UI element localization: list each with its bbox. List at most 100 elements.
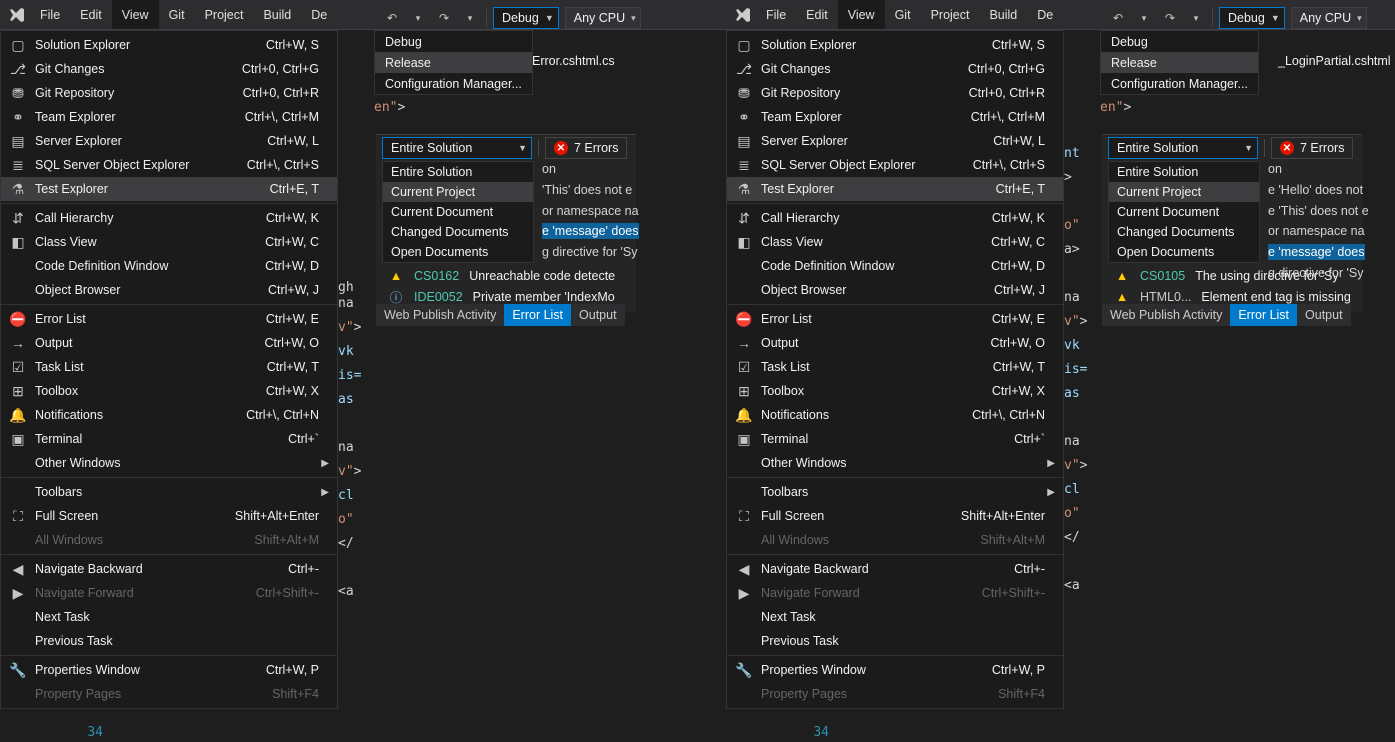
config-option[interactable]: Debug — [1101, 31, 1258, 52]
menu-view[interactable]: View — [112, 0, 159, 29]
error-count-badge[interactable]: ✕ 7 Errors — [545, 137, 627, 159]
view-menu-item[interactable]: ⛃Git RepositoryCtrl+0, Ctrl+R — [727, 81, 1063, 105]
view-menu-item[interactable]: →OutputCtrl+W, O — [727, 331, 1063, 355]
view-menu-item[interactable]: ☑Task ListCtrl+W, T — [727, 355, 1063, 379]
view-menu-item[interactable]: ⊞ToolboxCtrl+W, X — [1, 379, 337, 403]
menu-project[interactable]: Project — [195, 0, 254, 29]
view-menu-item[interactable]: 🔔NotificationsCtrl+\, Ctrl+N — [727, 403, 1063, 427]
tab-output[interactable]: Output — [1297, 304, 1351, 326]
menu-view[interactable]: View — [838, 0, 885, 29]
error-count-badge[interactable]: ✕ 7 Errors — [1271, 137, 1353, 159]
menu-file[interactable]: File — [30, 0, 70, 29]
view-menu-item[interactable]: ⇵Call HierarchyCtrl+W, K — [727, 206, 1063, 230]
view-menu-item[interactable]: ⛔Error ListCtrl+W, E — [727, 307, 1063, 331]
view-menu-item[interactable]: Object BrowserCtrl+W, J — [1, 278, 337, 302]
view-menu-item[interactable]: Previous Task — [1, 629, 337, 653]
view-menu-item[interactable]: Other Windows▶ — [1, 451, 337, 475]
tab-web-publish[interactable]: Web Publish Activity — [1102, 304, 1230, 326]
undo-icon[interactable]: ↶ — [1108, 8, 1128, 28]
view-menu-item[interactable]: ▤Server ExplorerCtrl+W, L — [1, 129, 337, 153]
menu-build[interactable]: Build — [979, 0, 1027, 29]
view-menu-item[interactable]: ◧Class ViewCtrl+W, C — [1, 230, 337, 254]
view-menu-item[interactable]: ▣TerminalCtrl+` — [1, 427, 337, 451]
menu-edit[interactable]: Edit — [796, 0, 838, 29]
error-scope-combo[interactable]: Entire Solution ▼ — [1108, 137, 1258, 159]
scope-option[interactable]: Current Document — [383, 202, 533, 222]
view-menu-item[interactable]: Code Definition WindowCtrl+W, D — [727, 254, 1063, 278]
config-option[interactable]: Release — [375, 52, 532, 73]
view-menu-item[interactable]: 🔧Properties WindowCtrl+W, P — [1, 658, 337, 682]
view-menu-item[interactable]: ⛶Full ScreenShift+Alt+Enter — [1, 504, 337, 528]
view-menu-item[interactable]: ⚭Team ExplorerCtrl+\, Ctrl+M — [1, 105, 337, 129]
scope-option[interactable]: Current Document — [1109, 202, 1259, 222]
scope-option[interactable]: Current Project — [383, 182, 533, 202]
redo-split-icon[interactable]: ▾ — [460, 8, 480, 28]
menu-project[interactable]: Project — [921, 0, 980, 29]
view-menu-item[interactable]: ⛃Git RepositoryCtrl+0, Ctrl+R — [1, 81, 337, 105]
scope-option[interactable]: Changed Documents — [1109, 222, 1259, 242]
editor-tab[interactable]: Error.cshtml.cs — [532, 54, 615, 68]
config-option[interactable]: Configuration Manager... — [1101, 73, 1258, 94]
view-menu-item[interactable]: 🔔NotificationsCtrl+\, Ctrl+N — [1, 403, 337, 427]
view-menu-item[interactable]: ⚗Test ExplorerCtrl+E, T — [727, 177, 1063, 201]
undo-split-icon[interactable]: ▾ — [1134, 8, 1154, 28]
scope-option[interactable]: Entire Solution — [1109, 162, 1259, 182]
view-menu-item[interactable]: →OutputCtrl+W, O — [1, 331, 337, 355]
view-menu-item[interactable]: ≣SQL Server Object ExplorerCtrl+\, Ctrl+… — [727, 153, 1063, 177]
view-menu-item[interactable]: ⎇Git ChangesCtrl+0, Ctrl+G — [727, 57, 1063, 81]
menu-git[interactable]: Git — [159, 0, 195, 29]
view-menu-item[interactable]: ▤Server ExplorerCtrl+W, L — [727, 129, 1063, 153]
scope-option[interactable]: Changed Documents — [383, 222, 533, 242]
scope-option[interactable]: Current Project — [1109, 182, 1259, 202]
redo-icon[interactable]: ↷ — [434, 8, 454, 28]
view-menu-item[interactable]: Code Definition WindowCtrl+W, D — [1, 254, 337, 278]
view-menu-item[interactable]: ▢Solution ExplorerCtrl+W, S — [727, 33, 1063, 57]
undo-split-icon[interactable]: ▾ — [408, 8, 428, 28]
view-menu-item[interactable]: ≣SQL Server Object ExplorerCtrl+\, Ctrl+… — [1, 153, 337, 177]
view-menu-item[interactable]: ⚗Test ExplorerCtrl+E, T — [1, 177, 337, 201]
solution-config-combo[interactable]: Debug ▼ — [1219, 7, 1285, 29]
redo-split-icon[interactable]: ▾ — [1186, 8, 1206, 28]
menu-build[interactable]: Build — [253, 0, 301, 29]
solution-platform-combo[interactable]: Any CPU ▾ — [565, 7, 641, 29]
view-menu-item[interactable]: ⛔Error ListCtrl+W, E — [1, 307, 337, 331]
view-menu-item[interactable]: Previous Task — [727, 629, 1063, 653]
solution-config-combo[interactable]: Debug ▼ — [493, 7, 559, 29]
view-menu-item[interactable]: ▣TerminalCtrl+` — [727, 427, 1063, 451]
view-menu-item[interactable]: ⊞ToolboxCtrl+W, X — [727, 379, 1063, 403]
undo-icon[interactable]: ↶ — [382, 8, 402, 28]
view-menu-item[interactable]: ⇵Call HierarchyCtrl+W, K — [1, 206, 337, 230]
error-row[interactable]: ▲ CS0162 Unreachable code detecte — [376, 265, 636, 286]
view-menu-item[interactable]: ⛶Full ScreenShift+Alt+Enter — [727, 504, 1063, 528]
menu-debug-truncated[interactable]: De — [301, 0, 337, 29]
view-menu-item[interactable]: Other Windows▶ — [727, 451, 1063, 475]
menu-file[interactable]: File — [756, 0, 796, 29]
scope-option[interactable]: Open Documents — [383, 242, 533, 262]
redo-icon[interactable]: ↷ — [1160, 8, 1180, 28]
view-menu-item[interactable]: ☑Task ListCtrl+W, T — [1, 355, 337, 379]
view-menu-item[interactable]: ▢Solution ExplorerCtrl+W, S — [1, 33, 337, 57]
menu-edit[interactable]: Edit — [70, 0, 112, 29]
solution-platform-combo[interactable]: Any CPU ▾ — [1291, 7, 1367, 29]
error-scope-combo[interactable]: Entire Solution ▼ — [382, 137, 532, 159]
tab-web-publish[interactable]: Web Publish Activity — [376, 304, 504, 326]
view-menu-item[interactable]: ◧Class ViewCtrl+W, C — [727, 230, 1063, 254]
view-menu-item[interactable]: ◀Navigate BackwardCtrl+- — [727, 557, 1063, 581]
config-option[interactable]: Debug — [375, 31, 532, 52]
view-menu-item[interactable]: Object BrowserCtrl+W, J — [727, 278, 1063, 302]
config-option[interactable]: Configuration Manager... — [375, 73, 532, 94]
view-menu-item[interactable]: Next Task — [727, 605, 1063, 629]
scope-option[interactable]: Entire Solution — [383, 162, 533, 182]
scope-option[interactable]: Open Documents — [1109, 242, 1259, 262]
menu-debug-truncated[interactable]: De — [1027, 0, 1063, 29]
tab-error-list[interactable]: Error List — [504, 304, 571, 326]
view-menu-item[interactable]: ⚭Team ExplorerCtrl+\, Ctrl+M — [727, 105, 1063, 129]
config-option[interactable]: Release — [1101, 52, 1258, 73]
view-menu-item[interactable]: 🔧Properties WindowCtrl+W, P — [727, 658, 1063, 682]
view-menu-item[interactable]: Toolbars▶ — [727, 480, 1063, 504]
menu-git[interactable]: Git — [885, 0, 921, 29]
editor-tab[interactable]: _LoginPartial.cshtml — [1278, 54, 1391, 68]
view-menu-item[interactable]: Toolbars▶ — [1, 480, 337, 504]
view-menu-item[interactable]: Next Task — [1, 605, 337, 629]
view-menu-item[interactable]: ⎇Git ChangesCtrl+0, Ctrl+G — [1, 57, 337, 81]
